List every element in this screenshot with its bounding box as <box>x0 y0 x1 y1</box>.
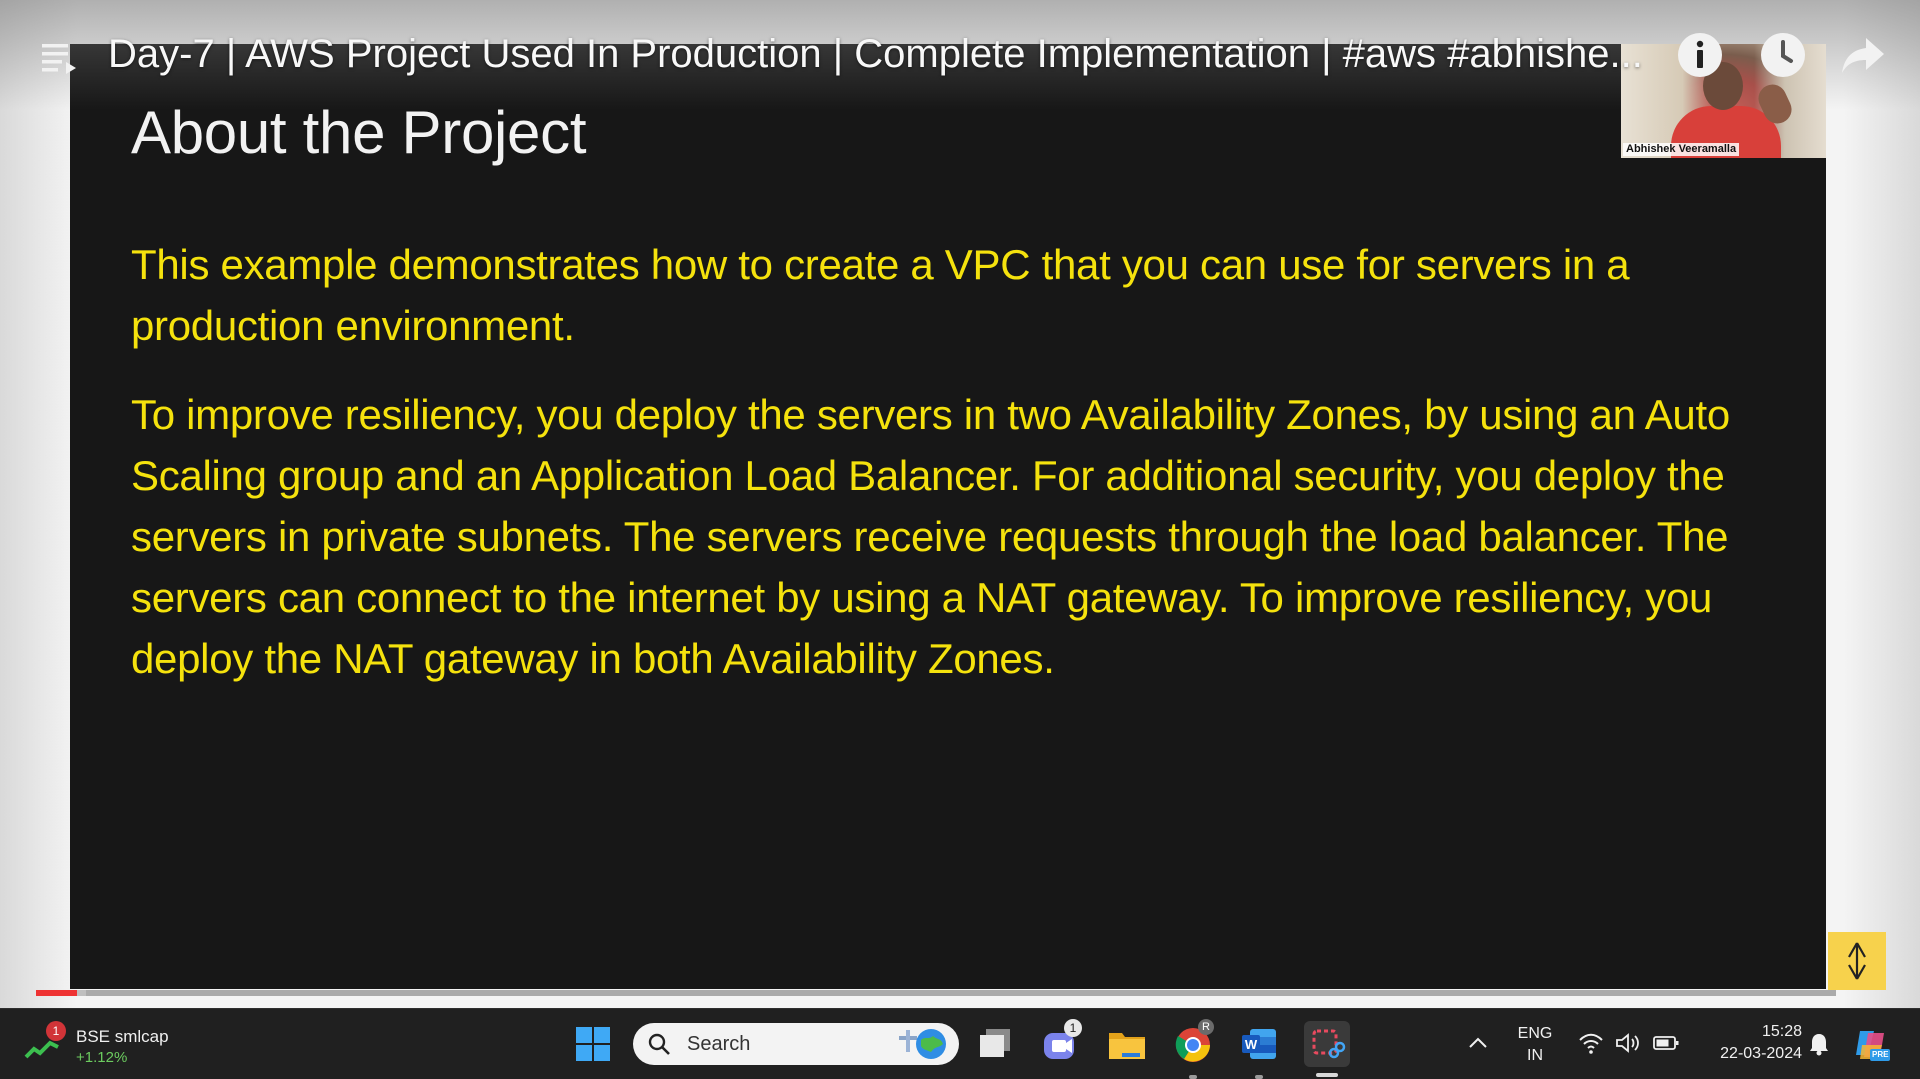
snipping-tool-icon <box>1312 1029 1346 1059</box>
slide-title: About the Project <box>131 99 587 166</box>
video-title[interactable]: Day-7 | AWS Project Used In Production |… <box>108 26 1648 82</box>
volume-icon[interactable] <box>1614 1031 1642 1055</box>
copilot-badge: PRE <box>1870 1049 1891 1061</box>
running-indicator <box>1189 1075 1197 1079</box>
menu-icon[interactable] <box>38 38 78 78</box>
copilot-button[interactable]: PRE <box>1852 1025 1891 1063</box>
slide: About the Project This example demonstra… <box>70 44 1826 989</box>
share-icon[interactable] <box>1838 30 1888 80</box>
globe-icon <box>899 1029 946 1059</box>
language-region: IN <box>1527 1047 1543 1064</box>
word-icon: W <box>1242 1029 1276 1059</box>
stock-widget[interactable]: 1 BSE smlcap +1.12% <box>24 1021 184 1069</box>
expand-arrows-icon <box>1848 942 1866 980</box>
progress-bar[interactable] <box>36 990 1836 996</box>
chevron-up-icon[interactable] <box>1466 1033 1490 1053</box>
stock-name: BSE smlcap <box>76 1027 169 1046</box>
running-indicator <box>1255 1075 1263 1079</box>
clock-time: 15:28 <box>1761 1023 1802 1040</box>
presenter-name: Abhishek Veeramalla <box>1623 143 1740 156</box>
notification-badge: 1 <box>46 1021 66 1041</box>
word-button[interactable]: W <box>1238 1023 1280 1079</box>
svg-text:W: W <box>1245 1037 1258 1052</box>
system-clock[interactable]: 15:28 22-03-2024 <box>1694 1021 1802 1065</box>
scroll-expand-button[interactable] <box>1828 932 1886 990</box>
task-view-icon[interactable] <box>974 1023 1016 1065</box>
search-input[interactable]: Search <box>633 1023 959 1065</box>
chrome-profile-badge: R <box>1198 1019 1214 1035</box>
windows-taskbar: 1 BSE smlcap +1.12% Search 1 R W ENG IN … <box>0 1008 1920 1079</box>
bell-icon[interactable] <box>1808 1031 1830 1057</box>
clock-date: 22-03-2024 <box>1720 1045 1802 1062</box>
snipping-tool-button[interactable] <box>1304 1021 1350 1077</box>
slide-paragraph: To improve resiliency, you deploy the se… <box>131 391 1730 682</box>
search-icon <box>648 1033 670 1055</box>
active-indicator <box>1316 1073 1338 1077</box>
language-code: ENG <box>1517 1025 1553 1042</box>
teams-badge: 1 <box>1064 1019 1082 1037</box>
windows-start-icon[interactable] <box>572 1023 614 1065</box>
watch-later-icon[interactable] <box>1758 30 1808 80</box>
wifi-icon[interactable] <box>1578 1031 1604 1055</box>
file-explorer-icon[interactable] <box>1106 1023 1148 1065</box>
battery-icon[interactable] <box>1652 1033 1680 1053</box>
progress-played <box>36 990 78 996</box>
stock-change: +1.12% <box>76 1049 128 1066</box>
search-placeholder: Search <box>687 1033 751 1055</box>
slide-paragraph: This example demonstrates how to create … <box>131 241 1630 349</box>
teams-button[interactable]: 1 <box>1040 1019 1082 1065</box>
chrome-button[interactable]: R <box>1172 1019 1214 1079</box>
language-indicator[interactable]: ENG IN <box>1512 1023 1558 1067</box>
info-icon[interactable] <box>1675 30 1725 80</box>
